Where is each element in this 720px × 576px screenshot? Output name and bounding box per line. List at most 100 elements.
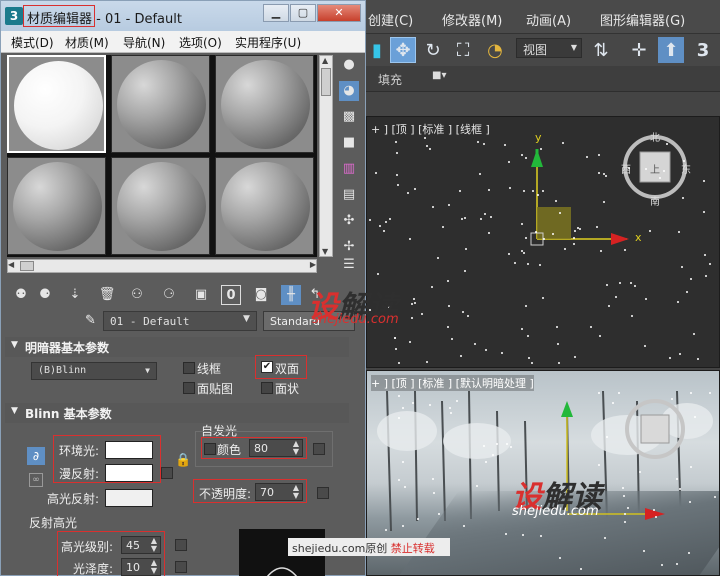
diffuse-color-swatch[interactable]	[105, 464, 153, 482]
spinner-arrows-icon[interactable]: ▲ ▼	[151, 537, 157, 553]
menu-material[interactable]: 材质(M)	[65, 34, 109, 51]
minimize-button[interactable]: ▁	[263, 4, 289, 22]
spec-level-map-button[interactable]	[175, 539, 187, 551]
snap-icon[interactable]: ⇅	[588, 37, 614, 63]
maximize-button[interactable]: ▢	[290, 4, 316, 22]
put-to-library-icon[interactable]: ⚆	[159, 285, 179, 305]
spinner-arrows-icon[interactable]: ▲ ▼	[293, 484, 299, 500]
material-name-field[interactable]: 01 - Default	[103, 311, 257, 331]
background-icon[interactable]: ▩	[339, 107, 359, 127]
ribbon-dropdown-icon[interactable]: ■▾	[432, 70, 452, 86]
scroll-right-icon[interactable]: ▶	[310, 260, 316, 269]
sample-slot-5[interactable]	[111, 157, 210, 255]
uv-tiling-icon[interactable]: ■	[339, 133, 359, 153]
backlight-icon[interactable]: ◕	[339, 81, 359, 101]
spec-level-spinner[interactable]: 45 ▲ ▼	[121, 536, 161, 554]
sample-type-icon[interactable]: ●	[339, 55, 359, 75]
menu-modes[interactable]: 模式(D)	[11, 34, 54, 51]
video-color-check-icon[interactable]: ▥	[339, 159, 359, 179]
faceted-checkbox[interactable]	[261, 382, 273, 394]
two-sided-checkbox[interactable]: ✔	[261, 361, 273, 373]
make-preview-icon[interactable]: ▤	[339, 185, 359, 205]
ambient-color-swatch[interactable]	[105, 441, 153, 459]
diffuse-map-button[interactable]	[161, 467, 173, 479]
self-illum-color-checkbox[interactable]	[204, 443, 216, 455]
eyedropper-icon[interactable]: ✎	[85, 313, 96, 328]
link-icon[interactable]: ∞	[29, 473, 43, 487]
material-editor-titlebar[interactable]: 3 材质编辑器 - 01 - Default ▁ ▢ ✕	[1, 1, 365, 31]
face-map-checkbox[interactable]	[183, 382, 195, 394]
rollout-collapse-icon[interactable]: ▼	[11, 340, 18, 350]
shader-type-dropdown[interactable]: (B)Blinn ▼	[31, 362, 157, 380]
show-end-result-icon[interactable]: ╫	[281, 285, 301, 305]
reference-coordinate-dropdown[interactable]: 视图 ▼	[516, 38, 582, 58]
scroll-up-icon[interactable]: ▲	[322, 56, 328, 65]
select-by-material-icon[interactable]: ✢	[339, 237, 359, 257]
glossiness-map-button[interactable]	[175, 561, 187, 573]
lock-ambient-diffuse-icon[interactable]: ∂	[27, 447, 45, 465]
sample-slot-1[interactable]	[7, 55, 106, 153]
lock-icon[interactable]: 🔒	[175, 453, 191, 468]
sample-slots-horizontal-scrollbar[interactable]: ◀ ▶	[7, 259, 317, 273]
opacity-map-button[interactable]	[317, 487, 329, 499]
make-unique-icon[interactable]: ⚇	[127, 285, 147, 305]
snow-particle	[442, 226, 444, 228]
menu-modifiers[interactable]: 修改器(M)	[442, 10, 502, 29]
scroll-down-icon[interactable]: ▼	[322, 247, 328, 256]
spinner-arrows-icon[interactable]: ▲ ▼	[151, 559, 157, 575]
snow-particle	[608, 305, 610, 307]
scrollbar-thumb[interactable]	[321, 68, 331, 96]
spinner-arrows-icon[interactable]: ▲ ▼	[293, 440, 299, 456]
self-illum-map-button[interactable]	[313, 443, 325, 455]
shader-rollout-title[interactable]: 明暗器基本参数	[25, 339, 109, 356]
material-map-navigator-icon[interactable]: ☰	[339, 255, 359, 275]
move-icon[interactable]: ✥	[390, 37, 416, 63]
sample-slot-6[interactable]	[215, 157, 314, 255]
scrollbar-thumb[interactable]	[20, 261, 34, 271]
scroll-left-icon[interactable]: ◀	[8, 260, 14, 269]
select-link-icon[interactable]: ◔	[482, 37, 508, 63]
self-illum-spinner[interactable]: 80 ▲ ▼	[249, 439, 303, 457]
options-icon[interactable]: ✣	[339, 211, 359, 231]
keyboard-shortcut-icon[interactable]: ⬆	[658, 37, 684, 63]
close-button[interactable]: ✕	[317, 4, 361, 22]
pivot-icon[interactable]: ✛	[626, 37, 652, 63]
menu-create[interactable]: 创建(C)	[368, 10, 413, 29]
assign-material-icon[interactable]: ⇣	[65, 285, 85, 305]
sample-slot-4[interactable]	[7, 157, 106, 255]
put-to-scene-icon[interactable]: ⚈	[35, 285, 55, 305]
material-effects-channel-icon[interactable]: 0	[221, 285, 241, 305]
select-region-icon[interactable]: ▮	[364, 37, 390, 63]
opacity-spinner[interactable]: 70 ▲ ▼	[255, 483, 303, 501]
sample-slot-2[interactable]	[111, 55, 210, 153]
viewcube-top[interactable]: 上	[650, 161, 660, 176]
viewcube-south[interactable]: 南	[650, 193, 660, 208]
show-shaded-icon[interactable]: ◙	[251, 285, 271, 305]
sample-slots-vertical-scrollbar[interactable]: ▲ ▼	[319, 55, 333, 257]
rotate-icon[interactable]: ↻	[420, 37, 446, 63]
get-material-icon[interactable]: ⚉	[11, 285, 31, 305]
menu-options[interactable]: 选项(O)	[179, 34, 222, 51]
specular-color-swatch[interactable]	[105, 489, 153, 507]
wire-checkbox[interactable]	[183, 362, 195, 374]
material-id-icon[interactable]: ▣	[191, 285, 211, 305]
viewport-top[interactable]: + ] [顶 ] [标准 ] [线框 ] y x 北 西 东 上 南	[366, 116, 720, 368]
viewcube-north[interactable]: 北	[650, 129, 660, 144]
snow-particle	[527, 335, 529, 337]
blinn-rollout-title[interactable]: Blinn 基本参数	[25, 405, 112, 422]
snow-particle	[542, 190, 544, 192]
reset-map-icon[interactable]: 🗑	[97, 285, 117, 305]
glossiness-spinner[interactable]: 10 ▲ ▼	[121, 558, 161, 576]
menu-animation[interactable]: 动画(A)	[526, 10, 571, 29]
scale-icon[interactable]: ⛶	[450, 37, 476, 63]
menu-navigation[interactable]: 导航(N)	[123, 34, 165, 51]
snaps-toggle-icon[interactable]: 3	[690, 37, 716, 63]
menu-utilities[interactable]: 实用程序(U)	[235, 34, 301, 51]
viewcube-east[interactable]: 东	[681, 161, 691, 176]
snow-particle	[623, 495, 625, 497]
menu-graph-editors[interactable]: 图形编辑器(G)	[600, 10, 685, 29]
chevron-down-icon[interactable]: ▼	[243, 314, 250, 324]
rollout-collapse-icon[interactable]: ▼	[11, 406, 18, 416]
snow-particle	[504, 144, 506, 146]
sample-slot-3[interactable]	[215, 55, 314, 153]
